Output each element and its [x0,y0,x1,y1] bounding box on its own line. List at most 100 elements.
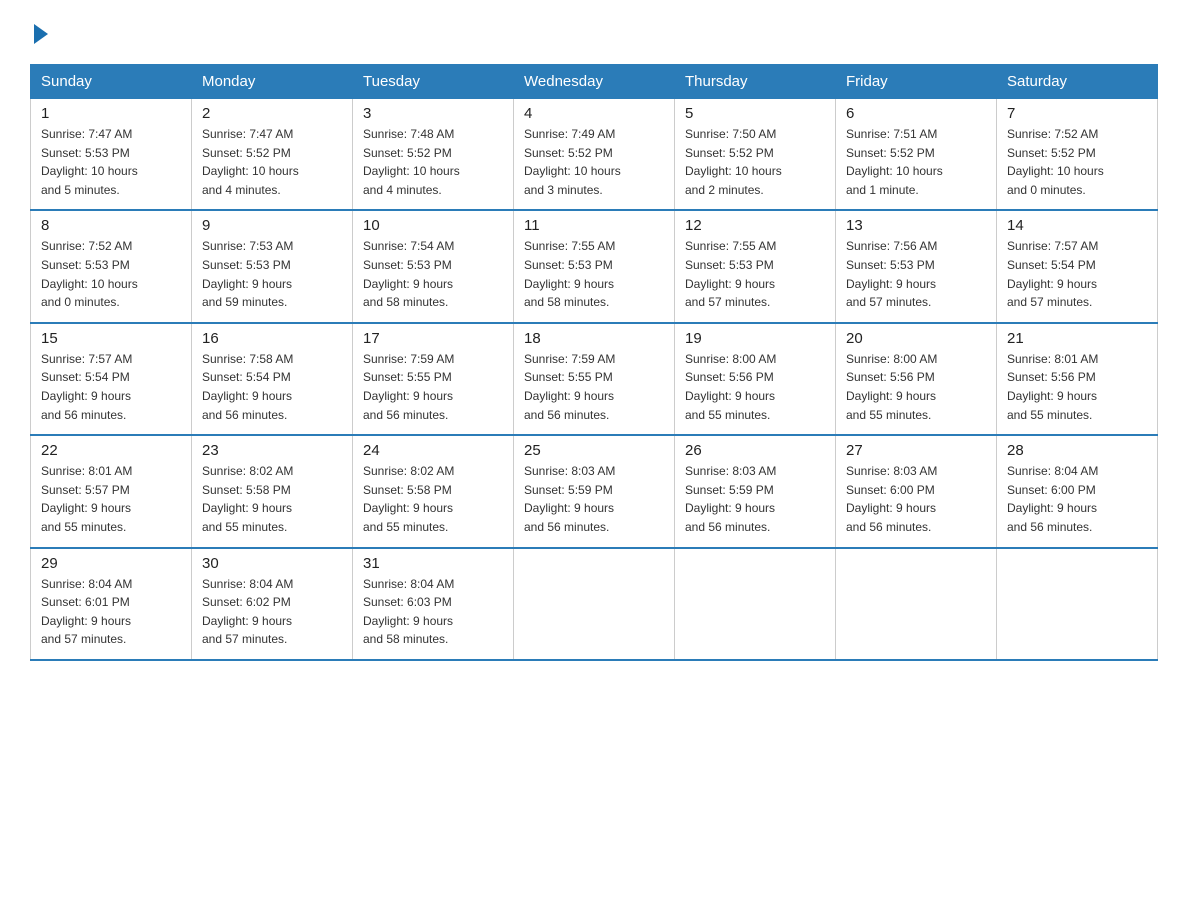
calendar-cell: 27 Sunrise: 8:03 AMSunset: 6:00 PMDayligh… [836,435,997,547]
day-number: 12 [685,217,825,234]
calendar-cell [514,548,675,660]
day-number: 25 [524,442,664,459]
weekday-header-row: SundayMondayTuesdayWednesdayThursdayFrid… [31,65,1158,99]
weekday-header-saturday: Saturday [997,65,1158,99]
day-number: 21 [1007,330,1147,347]
day-number: 10 [363,217,503,234]
day-number: 26 [685,442,825,459]
calendar-week-row: 22 Sunrise: 8:01 AMSunset: 5:57 PMDayligh… [31,435,1158,547]
calendar-cell: 25Sunrise: 8:03 AMSunset: 5:59 PMDayligh… [514,435,675,547]
day-info: Sunrise: 7:49 AMSunset: 5:52 PMDaylight:… [524,125,664,199]
day-number: 19 [685,330,825,347]
day-number: 31 [363,555,503,572]
calendar-cell: 28 Sunrise: 8:04 AMSunset: 6:00 PMDayligh… [997,435,1158,547]
day-number: 18 [524,330,664,347]
day-number: 15 [41,330,181,347]
day-number: 7 [1007,105,1147,122]
day-info: Sunrise: 7:48 AMSunset: 5:52 PMDaylight:… [363,125,503,199]
day-info: Sunrise: 7:53 AMSunset: 5:53 PMDaylight:… [202,237,342,311]
calendar-cell: 12 Sunrise: 7:55 AMSunset: 5:53 PMDayligh… [675,210,836,322]
day-number: 16 [202,330,342,347]
day-number: 8 [41,217,181,234]
calendar-cell: 7 Sunrise: 7:52 AMSunset: 5:52 PMDaylight… [997,99,1158,211]
day-info: Sunrise: 7:47 AMSunset: 5:52 PMDaylight:… [202,125,342,199]
weekday-header-tuesday: Tuesday [353,65,514,99]
day-info: Sunrise: 8:03 AMSunset: 6:00 PMDaylight:… [846,462,986,536]
calendar-cell: 11 Sunrise: 7:55 AMSunset: 5:53 PMDayligh… [514,210,675,322]
calendar-cell [675,548,836,660]
calendar-cell: 1 Sunrise: 7:47 AMSunset: 5:53 PMDaylight… [31,99,192,211]
day-number: 13 [846,217,986,234]
calendar-cell: 23Sunrise: 8:02 AMSunset: 5:58 PMDayligh… [192,435,353,547]
day-info: Sunrise: 7:52 AMSunset: 5:53 PMDaylight:… [41,237,181,311]
weekday-header-friday: Friday [836,65,997,99]
calendar-cell: 10Sunrise: 7:54 AMSunset: 5:53 PMDayligh… [353,210,514,322]
day-info: Sunrise: 7:47 AMSunset: 5:53 PMDaylight:… [41,125,181,199]
day-info: Sunrise: 8:04 AMSunset: 6:00 PMDaylight:… [1007,462,1147,536]
day-number: 29 [41,555,181,572]
day-number: 3 [363,105,503,122]
day-number: 4 [524,105,664,122]
day-info: Sunrise: 8:02 AMSunset: 5:58 PMDaylight:… [363,462,503,536]
day-info: Sunrise: 7:59 AMSunset: 5:55 PMDaylight:… [363,350,503,424]
calendar-table: SundayMondayTuesdayWednesdayThursdayFrid… [30,64,1158,661]
day-info: Sunrise: 7:51 AMSunset: 5:52 PMDaylight:… [846,125,986,199]
day-number: 22 [41,442,181,459]
calendar-cell: 22 Sunrise: 8:01 AMSunset: 5:57 PMDayligh… [31,435,192,547]
day-info: Sunrise: 7:52 AMSunset: 5:52 PMDaylight:… [1007,125,1147,199]
day-info: Sunrise: 8:01 AMSunset: 5:57 PMDaylight:… [41,462,181,536]
day-info: Sunrise: 8:04 AMSunset: 6:02 PMDaylight:… [202,575,342,649]
page-header [30,20,1158,44]
day-info: Sunrise: 7:57 AMSunset: 5:54 PMDaylight:… [1007,237,1147,311]
day-info: Sunrise: 8:00 AMSunset: 5:56 PMDaylight:… [685,350,825,424]
day-number: 9 [202,217,342,234]
logo-triangle-icon [34,24,48,44]
day-number: 11 [524,217,664,234]
calendar-cell: 4 Sunrise: 7:49 AMSunset: 5:52 PMDaylight… [514,99,675,211]
day-info: Sunrise: 7:50 AMSunset: 5:52 PMDaylight:… [685,125,825,199]
day-number: 28 [1007,442,1147,459]
calendar-cell: 20Sunrise: 8:00 AMSunset: 5:56 PMDayligh… [836,323,997,435]
calendar-cell: 2 Sunrise: 7:47 AMSunset: 5:52 PMDaylight… [192,99,353,211]
day-number: 6 [846,105,986,122]
day-number: 2 [202,105,342,122]
weekday-header-thursday: Thursday [675,65,836,99]
day-number: 5 [685,105,825,122]
day-info: Sunrise: 8:04 AMSunset: 6:03 PMDaylight:… [363,575,503,649]
day-number: 14 [1007,217,1147,234]
day-info: Sunrise: 7:55 AMSunset: 5:53 PMDaylight:… [685,237,825,311]
calendar-cell: 21Sunrise: 8:01 AMSunset: 5:56 PMDayligh… [997,323,1158,435]
calendar-week-row: 1 Sunrise: 7:47 AMSunset: 5:53 PMDaylight… [31,99,1158,211]
calendar-cell: 26Sunrise: 8:03 AMSunset: 5:59 PMDayligh… [675,435,836,547]
calendar-cell: 9 Sunrise: 7:53 AMSunset: 5:53 PMDaylight… [192,210,353,322]
calendar-cell: 15 Sunrise: 7:57 AMSunset: 5:54 PMDayligh… [31,323,192,435]
calendar-cell: 8 Sunrise: 7:52 AMSunset: 5:53 PMDaylight… [31,210,192,322]
calendar-cell: 16Sunrise: 7:58 AMSunset: 5:54 PMDayligh… [192,323,353,435]
day-number: 23 [202,442,342,459]
calendar-cell: 17 Sunrise: 7:59 AMSunset: 5:55 PMDayligh… [353,323,514,435]
calendar-cell: 18 Sunrise: 7:59 AMSunset: 5:55 PMDayligh… [514,323,675,435]
calendar-week-row: 15 Sunrise: 7:57 AMSunset: 5:54 PMDayligh… [31,323,1158,435]
calendar-cell: 30Sunrise: 8:04 AMSunset: 6:02 PMDayligh… [192,548,353,660]
day-info: Sunrise: 7:56 AMSunset: 5:53 PMDaylight:… [846,237,986,311]
day-info: Sunrise: 7:57 AMSunset: 5:54 PMDaylight:… [41,350,181,424]
logo [30,20,48,44]
calendar-cell: 24 Sunrise: 8:02 AMSunset: 5:58 PMDayligh… [353,435,514,547]
calendar-cell: 13 Sunrise: 7:56 AMSunset: 5:53 PMDayligh… [836,210,997,322]
weekday-header-sunday: Sunday [31,65,192,99]
day-number: 1 [41,105,181,122]
weekday-header-monday: Monday [192,65,353,99]
calendar-cell [997,548,1158,660]
calendar-week-row: 8 Sunrise: 7:52 AMSunset: 5:53 PMDaylight… [31,210,1158,322]
day-number: 17 [363,330,503,347]
day-number: 27 [846,442,986,459]
day-info: Sunrise: 7:55 AMSunset: 5:53 PMDaylight:… [524,237,664,311]
day-info: Sunrise: 7:59 AMSunset: 5:55 PMDaylight:… [524,350,664,424]
calendar-cell: 14 Sunrise: 7:57 AMSunset: 5:54 PMDayligh… [997,210,1158,322]
day-number: 20 [846,330,986,347]
calendar-cell: 29 Sunrise: 8:04 AMSunset: 6:01 PMDayligh… [31,548,192,660]
day-info: Sunrise: 8:04 AMSunset: 6:01 PMDaylight:… [41,575,181,649]
day-number: 24 [363,442,503,459]
calendar-cell: 3 Sunrise: 7:48 AMSunset: 5:52 PMDaylight… [353,99,514,211]
calendar-week-row: 29 Sunrise: 8:04 AMSunset: 6:01 PMDayligh… [31,548,1158,660]
